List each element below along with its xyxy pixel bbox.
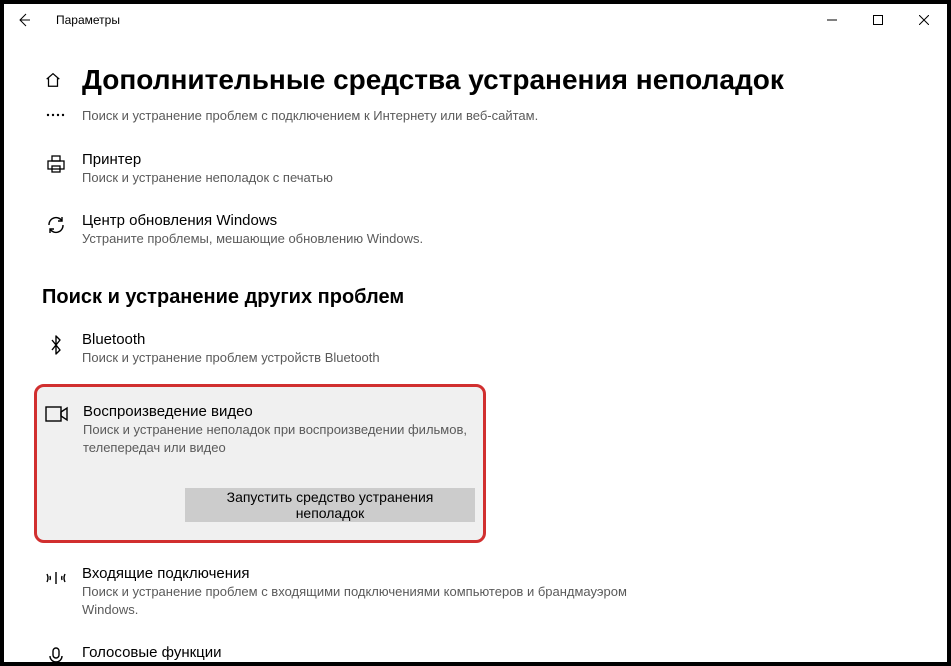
minimize-button[interactable] (809, 4, 855, 36)
item-desc: Поиск и устранение проблем с подключение… (82, 107, 538, 125)
window-title: Параметры (44, 13, 120, 27)
update-icon (42, 212, 70, 236)
microphone-icon (42, 644, 70, 662)
item-title: Входящие подключения (82, 565, 642, 582)
item-title: Bluetooth (82, 331, 380, 348)
item-desc: Поиск и устранение неполадок с печатью (82, 169, 333, 187)
item-title: Принтер (82, 151, 333, 168)
close-button[interactable] (901, 4, 947, 36)
troubleshoot-item-windows-update[interactable]: Центр обновления Windows Устраните пробл… (42, 208, 947, 252)
troubleshoot-item-voice[interactable]: Голосовые функции (42, 640, 947, 662)
section-heading-other: Поиск и устранение других проблем (42, 286, 947, 309)
home-icon[interactable] (42, 71, 64, 89)
internet-icon (42, 106, 70, 122)
content-area: Дополнительные средства устранения непол… (4, 64, 947, 662)
item-title: Голосовые функции (82, 644, 222, 661)
troubleshoot-item-bluetooth[interactable]: Bluetooth Поиск и устранение проблем уст… (42, 327, 947, 371)
item-desc: Поиск и устранение проблем с входящими п… (82, 583, 642, 618)
item-title: Центр обновления Windows (82, 212, 423, 229)
video-icon (43, 403, 71, 423)
troubleshoot-item-incoming-connections[interactable]: Входящие подключения Поиск и устранение … (42, 561, 947, 622)
item-desc: Поиск и устранение проблем устройств Blu… (82, 349, 380, 367)
troubleshoot-item-video-playback[interactable]: Воспроизведение видео Поиск и устранение… (43, 399, 469, 460)
item-title: Воспроизведение видео (83, 403, 469, 420)
back-button[interactable] (4, 4, 44, 36)
troubleshoot-item-video-playback-selected: Воспроизведение видео Поиск и устранение… (34, 384, 486, 543)
run-troubleshooter-button[interactable]: Запустить средство устранения неполадок (185, 488, 475, 522)
item-desc: Устраните проблемы, мешающие обновлению … (82, 230, 423, 248)
bluetooth-icon (42, 331, 70, 357)
settings-window: Параметры Дополнительные средства устран… (4, 4, 947, 662)
item-desc: Поиск и устранение неполадок при воспрои… (83, 421, 469, 456)
maximize-button[interactable] (855, 4, 901, 36)
incoming-connections-icon (42, 565, 70, 589)
page-title: Дополнительные средства устранения непол… (82, 64, 784, 96)
titlebar: Параметры (4, 4, 947, 36)
troubleshoot-item-printer[interactable]: Принтер Поиск и устранение неполадок с п… (42, 147, 947, 191)
printer-icon (42, 151, 70, 175)
troubleshoot-item-internet[interactable]: Поиск и устранение проблем с подключение… (42, 102, 947, 129)
